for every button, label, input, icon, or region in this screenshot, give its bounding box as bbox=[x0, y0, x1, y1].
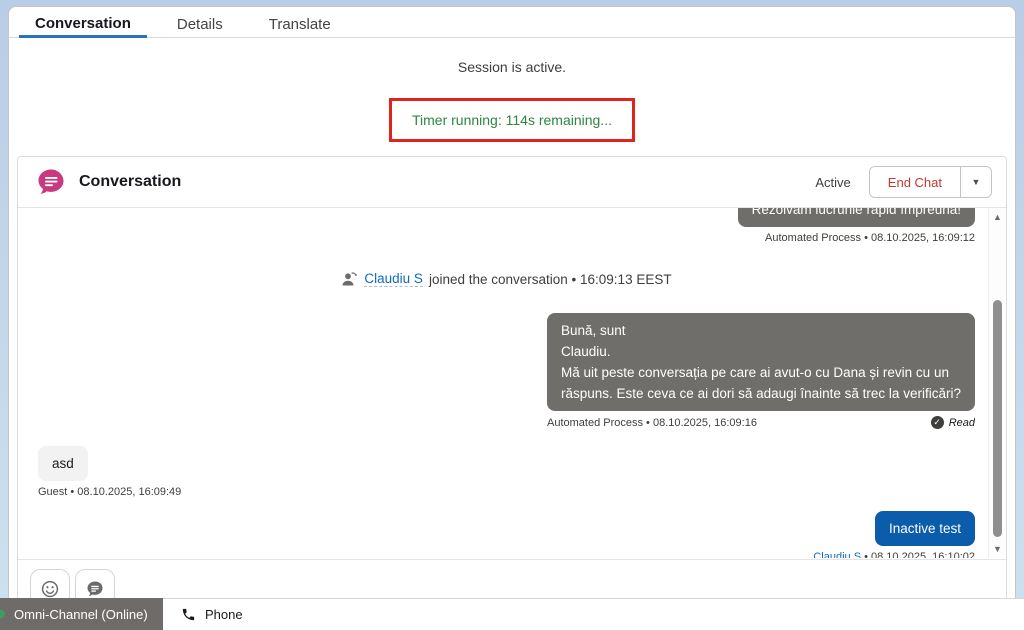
read-check-icon: ✓ bbox=[931, 416, 944, 429]
message-meta: Claudiu S • 08.10.2025, 16:10:02 bbox=[813, 551, 975, 558]
tab-details[interactable]: Details bbox=[161, 12, 239, 38]
message-meta-time: • 08.10.2025, 16:10:02 bbox=[861, 551, 975, 558]
message-area: Rezolvăm lucrurile rapid împreună! Autom… bbox=[18, 208, 1006, 558]
conversation-card: Conversation Active End Chat ▼ Rezolvăm … bbox=[17, 156, 1007, 630]
screen: Conversation Details Translate Session i… bbox=[0, 0, 1024, 630]
message-guest: asd Guest • 08.10.2025, 16:09:49 bbox=[38, 446, 975, 498]
conversation-title: Conversation bbox=[79, 173, 181, 191]
message-agent-clipped: Rezolvăm lucrurile rapid împreună! Autom… bbox=[38, 208, 975, 244]
tab-translate[interactable]: Translate bbox=[253, 12, 347, 38]
phone-tab[interactable]: Phone bbox=[163, 598, 1024, 630]
read-label: Read bbox=[949, 417, 975, 429]
guest-message-bubble: asd bbox=[38, 446, 88, 481]
conversation-card-header: Conversation Active End Chat ▼ bbox=[18, 157, 1006, 208]
scrollbar-thumb[interactable] bbox=[993, 300, 1002, 537]
message-meta: Automated Process • 08.10.2025, 16:09:16 bbox=[547, 417, 757, 429]
quick-text-icon bbox=[86, 580, 104, 598]
message-agent-intro: Bună, sunt Claudiu. Mă uit peste convers… bbox=[38, 313, 975, 429]
scroll-down-arrow[interactable]: ▼ bbox=[989, 544, 1006, 554]
message-meta: Guest • 08.10.2025, 16:09:49 bbox=[38, 486, 181, 498]
online-presence-dot bbox=[0, 610, 5, 619]
messaging-icon bbox=[36, 167, 66, 197]
emoji-icon bbox=[41, 580, 59, 598]
omni-channel-label: Omni-Channel (Online) bbox=[14, 607, 148, 622]
user-link[interactable]: Claudiu S bbox=[813, 551, 861, 558]
message-meta: Automated Process • 08.10.2025, 16:09:12 bbox=[765, 232, 975, 244]
person-join-icon bbox=[341, 271, 358, 287]
timer-text: Timer running: 114s remaining... bbox=[412, 112, 612, 128]
tab-bar: Conversation Details Translate bbox=[9, 7, 1015, 38]
user-link[interactable]: Claudiu S bbox=[364, 271, 423, 287]
utility-bar: Omni-Channel (Online) Phone bbox=[0, 598, 1024, 630]
phone-label: Phone bbox=[205, 607, 243, 622]
phone-icon bbox=[181, 607, 196, 622]
end-chat-button[interactable]: End Chat bbox=[870, 167, 960, 197]
message-outbound: Inactive test Claudiu S • 08.10.2025, 16… bbox=[38, 511, 975, 558]
chat-status-label: Active bbox=[815, 175, 850, 190]
read-receipt: ✓ Read bbox=[931, 416, 975, 429]
end-chat-dropdown-button[interactable]: ▼ bbox=[960, 167, 991, 197]
agent-message-bubble: Bună, sunt Claudiu. Mă uit peste convers… bbox=[547, 313, 975, 411]
end-chat-button-group: End Chat ▼ bbox=[869, 166, 992, 198]
join-event-row: Claudiu S joined the conversation • 16:0… bbox=[38, 271, 975, 287]
omni-channel-tab[interactable]: Omni-Channel (Online) bbox=[0, 598, 163, 630]
agent-message-bubble: Rezolvăm lucrurile rapid împreună! bbox=[738, 208, 975, 227]
message-list: Rezolvăm lucrurile rapid împreună! Autom… bbox=[38, 208, 975, 558]
outbound-message-bubble: Inactive test bbox=[875, 511, 975, 546]
session-status-text: Session is active. bbox=[9, 59, 1015, 75]
join-event-text: joined the conversation • 16:09:13 EEST bbox=[429, 272, 672, 287]
message-meta-row: Automated Process • 08.10.2025, 16:09:16… bbox=[547, 416, 975, 429]
tab-conversation[interactable]: Conversation bbox=[19, 11, 147, 38]
timer-annotation-box: Timer running: 114s remaining... bbox=[389, 98, 635, 142]
chevron-down-icon: ▼ bbox=[972, 177, 981, 187]
scroll-up-arrow[interactable]: ▲ bbox=[989, 212, 1006, 222]
vertical-scrollbar[interactable]: ▲ ▼ bbox=[988, 208, 1006, 558]
main-panel: Conversation Details Translate Session i… bbox=[8, 6, 1016, 630]
